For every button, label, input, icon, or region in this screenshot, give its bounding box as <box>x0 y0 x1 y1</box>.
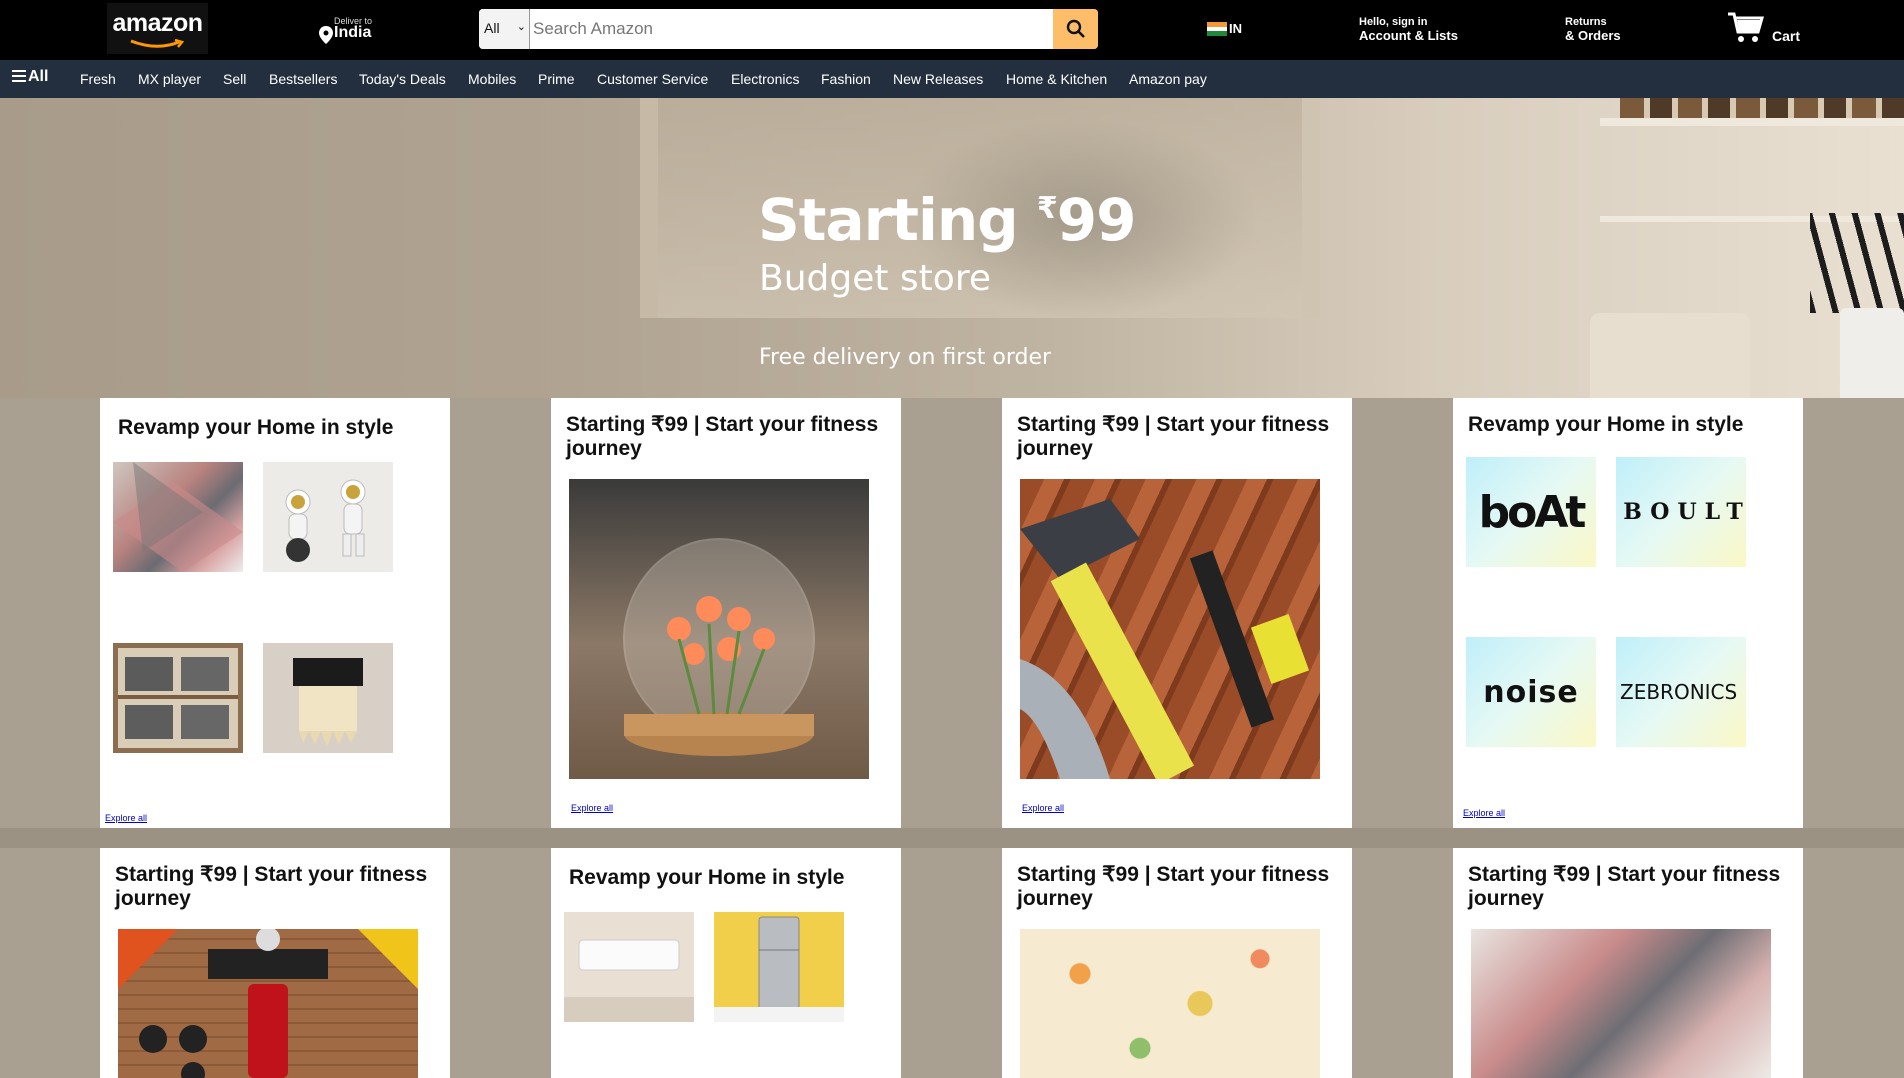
nav-item-bestsellers[interactable]: Bestsellers <box>269 71 337 87</box>
card-title: Starting ₹99 | Start your fitness journe… <box>1468 863 1781 910</box>
nav-item-todays-deals[interactable]: Today's Deals <box>359 71 446 87</box>
brand-zebronics-logo[interactable]: ZEBRONICS <box>1616 637 1746 747</box>
brand-name: noise <box>1483 675 1579 710</box>
cart-label: Cart <box>1772 28 1801 44</box>
astronaut-figurines-image[interactable] <box>263 462 393 572</box>
search-category-value: All <box>484 20 500 36</box>
card-title: Starting ₹99 | Start your fitness journe… <box>1017 863 1330 910</box>
hero-title: Starting ₹99 <box>758 186 1137 254</box>
brand-name: boAt <box>1478 487 1587 538</box>
refrigerator-image[interactable] <box>714 912 844 1022</box>
india-flag-icon[interactable] <box>1207 22 1227 36</box>
nav-item-prime[interactable]: Prime <box>538 71 575 87</box>
language-selector[interactable]: IN <box>1229 21 1242 36</box>
hero-jars-decoration <box>1620 98 1904 120</box>
account-lists-label: Account & Lists <box>1359 28 1458 43</box>
search-button[interactable] <box>1053 9 1098 49</box>
product-card: Starting ₹99 | Start your fitness journe… <box>1002 398 1352 828</box>
hero-price-symbol: ₹ <box>1036 191 1058 226</box>
search-category-select[interactable]: All ⌄ <box>479 9 530 49</box>
all-label: All <box>28 68 49 85</box>
hero-price: 99 <box>1056 186 1137 254</box>
hero-utensils-decoration <box>1810 213 1904 313</box>
explore-all-link[interactable]: Explore all <box>1463 808 1505 818</box>
hero-shelf <box>1600 118 1904 126</box>
deliver-location-text: India <box>334 24 372 41</box>
hero-bread-bag <box>1590 313 1750 398</box>
product-card: Starting ₹99 | Start your fitness journe… <box>551 398 901 828</box>
hero-note: Free delivery on first order <box>759 345 1052 370</box>
nav-item-new-releases[interactable]: New Releases <box>893 71 983 87</box>
brand-noise-logo[interactable]: noise <box>1466 637 1596 747</box>
logo-text: amazon <box>112 9 203 37</box>
explore-all-link[interactable]: Explore all <box>1022 803 1064 813</box>
logo-smile-icon <box>130 39 185 48</box>
card-title: Starting ₹99 | Start your fitness journe… <box>1017 413 1330 460</box>
home-gym-image[interactable] <box>118 929 418 1078</box>
air-conditioner-image[interactable] <box>564 912 694 1022</box>
nav-item-mx-player[interactable]: MX player <box>138 71 201 87</box>
search-input[interactable] <box>531 9 1044 49</box>
hand-tools-image[interactable] <box>1020 479 1320 779</box>
nav-item-mobiles[interactable]: Mobiles <box>468 71 516 87</box>
amazon-logo[interactable]: amazon <box>107 3 208 54</box>
category-nav: All Fresh MX player Sell Bestsellers Tod… <box>0 60 1904 98</box>
top-navbar: amazon Deliver to India All ⌄ IN Hel <box>0 0 1904 60</box>
product-card: Starting ₹99 | Start your fitness journe… <box>1002 848 1352 1078</box>
nav-item-sell[interactable]: Sell <box>223 71 246 87</box>
section-divider <box>0 828 1904 848</box>
returns-label: Returns <box>1565 16 1607 28</box>
product-card: Revamp your Home in style Explore all <box>100 398 450 828</box>
nav-item-customer-service[interactable]: Customer Service <box>597 71 708 87</box>
card-title: Starting ₹99 | Start your fitness journe… <box>566 413 879 460</box>
nav-item-amazon-pay[interactable]: Amazon pay <box>1129 71 1207 87</box>
account-greeting: Hello, sign in <box>1359 16 1428 28</box>
orders-label: & Orders <box>1565 28 1621 43</box>
card-title: Revamp your Home in style <box>1468 413 1744 436</box>
brand-name: ZEBRONICS <box>1620 680 1738 704</box>
nav-item-fresh[interactable]: Fresh <box>80 71 116 87</box>
card-title: Revamp your Home in style <box>569 866 845 889</box>
floral-fabric-image[interactable] <box>1020 929 1320 1078</box>
card-title: Starting ₹99 | Start your fitness journe… <box>115 863 428 910</box>
card-title: Revamp your Home in style <box>118 416 394 439</box>
rug-image[interactable] <box>113 462 243 572</box>
search-icon <box>1066 19 1085 38</box>
chevron-down-icon: ⌄ <box>516 21 526 33</box>
tulip-glass-lamp-image[interactable] <box>569 479 869 779</box>
hero-title-text: Starting <box>758 186 1019 254</box>
product-card: Starting ₹99 | Start your fitness journe… <box>100 848 450 1078</box>
product-card: Starting ₹99 | Start your fitness journe… <box>1453 848 1803 1078</box>
brand-boat-logo[interactable]: boAt <box>1466 457 1596 567</box>
nav-item-fashion[interactable]: Fashion <box>821 71 871 87</box>
hamburger-icon <box>12 70 26 82</box>
all-menu-button[interactable]: All <box>12 68 48 86</box>
nav-item-electronics[interactable]: Electronics <box>731 71 799 87</box>
returns-orders-link[interactable]: Returns & Orders <box>1565 16 1621 43</box>
explore-all-link[interactable]: Explore all <box>571 803 613 813</box>
wall-lamp-image[interactable] <box>263 643 393 753</box>
cart-icon <box>1728 12 1764 42</box>
storage-boxes-image[interactable] <box>113 643 243 753</box>
geometric-rug-image[interactable] <box>1471 929 1771 1078</box>
product-card: Revamp your Home in style <box>551 848 901 1078</box>
account-lists-menu[interactable]: Hello, sign in Account & Lists <box>1359 16 1458 43</box>
explore-all-link[interactable]: Explore all <box>105 813 147 823</box>
cart-button[interactable]: Cart <box>1726 10 1816 50</box>
hero-utensil-pot <box>1840 308 1904 398</box>
search-bar: All ⌄ <box>479 9 1098 49</box>
location-pin-icon <box>319 26 333 44</box>
nav-item-home-kitchen[interactable]: Home & Kitchen <box>1006 71 1107 87</box>
brand-name: BOULT <box>1623 499 1746 525</box>
brand-boult-logo[interactable]: BOULT <box>1616 457 1746 567</box>
hero-subtitle: Budget store <box>759 258 991 299</box>
brand-card: Revamp your Home in style boAt BOULT noi… <box>1453 398 1803 828</box>
